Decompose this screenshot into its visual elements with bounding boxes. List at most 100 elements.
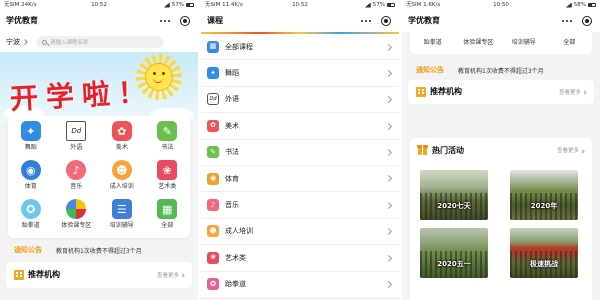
course-item-dance[interactable]: 舞蹈 xyxy=(201,60,399,87)
chevron-right-icon xyxy=(384,201,393,209)
notice-text: 教育机构1次收费不得超过3个月 xyxy=(458,67,544,75)
course-label: 成人培训 xyxy=(225,227,253,236)
brush-icon xyxy=(157,121,178,141)
more-options-icon[interactable] xyxy=(365,20,367,22)
activity-photo[interactable]: 极速挑战 xyxy=(510,228,578,278)
course-label: 音乐 xyxy=(225,201,239,210)
category-label: 舞蹈 xyxy=(24,144,37,151)
course-item-taekwondo[interactable]: 跆拳道 xyxy=(201,272,399,298)
course-item-arts[interactable]: 艺术类 xyxy=(201,245,399,272)
battery-icon xyxy=(387,3,395,7)
close-mini-program-icon[interactable] xyxy=(582,16,592,26)
category-arts[interactable]: 艺术类 xyxy=(145,160,191,199)
sports-icon xyxy=(20,160,41,180)
category-label: 体验课专区 xyxy=(61,222,92,229)
course-item-calligraphy[interactable]: 书法 xyxy=(201,140,399,166)
category-taekwondo[interactable]: 跆拳道 xyxy=(8,199,54,238)
category-label: 音乐 xyxy=(70,183,83,190)
category-calligraphy[interactable]: 书法 xyxy=(145,121,191,160)
search-input[interactable]: 请输入课程名称 xyxy=(36,36,164,48)
signal-icon xyxy=(364,2,371,8)
arts-icon xyxy=(157,160,178,180)
notice-bar[interactable]: 通知公告 教育机构1次收费不得超过3个月 xyxy=(0,242,198,258)
title-bar: 学优教育 xyxy=(402,10,600,32)
courses-screen: 无SIM 11.4K/s 10:52 57% 课程 全部课程 舞蹈 Dd 外语 xyxy=(201,0,399,300)
notice-label: 通知公告 xyxy=(14,246,42,254)
battery-percent: 57% xyxy=(171,2,184,8)
category-trial-class[interactable]: 体验课专区 xyxy=(54,199,100,238)
course-label: 书法 xyxy=(225,148,239,157)
view-more-link[interactable]: 查看更多 xyxy=(557,138,585,164)
building-icon xyxy=(14,270,24,280)
foreign-language-icon: Dd xyxy=(66,121,87,141)
chevron-right-icon xyxy=(384,228,393,236)
category-label: 体育 xyxy=(24,183,37,190)
category-taekwondo[interactable]: 跆拳道 xyxy=(424,39,442,47)
course-category-list: 全部课程 舞蹈 Dd 外语 美术 书法 体育 xyxy=(201,34,399,298)
course-label: 艺术类 xyxy=(225,253,246,262)
status-icons: 57% xyxy=(364,0,395,10)
course-item-adult-training[interactable]: 成人培训 xyxy=(201,219,399,246)
city-selector[interactable]: 宁波 xyxy=(6,32,28,52)
notice-bar[interactable]: 通知公告 教育机构1次收费不得超过3个月 xyxy=(402,62,600,78)
section-title: 热门活动 xyxy=(432,146,464,155)
dance-icon xyxy=(20,121,41,141)
brush-icon xyxy=(207,146,219,159)
course-item-all[interactable]: 全部课程 xyxy=(201,34,399,61)
course-item-music[interactable]: 音乐 xyxy=(201,192,399,219)
category-dance[interactable]: 舞蹈 xyxy=(8,121,54,160)
category-all[interactable]: 全部 xyxy=(145,199,191,238)
course-item-art[interactable]: 美术 xyxy=(201,113,399,140)
category-music[interactable]: 音乐 xyxy=(54,160,100,199)
view-more-link[interactable]: 查看更多 xyxy=(559,80,587,104)
banner-headline: 开学啦！ xyxy=(9,75,155,116)
category-sports[interactable]: 体育 xyxy=(8,160,54,199)
promo-banner[interactable]: 开学啦！ xyxy=(0,52,198,124)
category-grid: 舞蹈 Dd 外语 美术 书法 体育 音乐 成人培训 艺术类 xyxy=(8,116,190,238)
category-adult-training[interactable]: 成人培训 xyxy=(99,160,145,199)
hot-activities-section: 热门活动 查看更多 2020七天 2020年 2020五一 极速挑战 xyxy=(410,138,592,300)
course-label: 跆拳道 xyxy=(225,280,246,289)
category-all[interactable]: 全部 xyxy=(563,39,575,47)
course-label: 舞蹈 xyxy=(225,69,239,78)
signal-icon xyxy=(163,2,170,8)
close-mini-program-icon[interactable] xyxy=(180,16,190,26)
close-mini-program-icon[interactable] xyxy=(381,16,391,26)
signal-icon xyxy=(565,2,572,8)
category-art[interactable]: 美术 xyxy=(99,121,145,160)
category-tutoring[interactable]: 培训辅导 xyxy=(99,199,145,238)
taekwondo-icon xyxy=(20,199,41,219)
category-grid-partial: 跆拳道 体验课专区 培训辅导 全部 xyxy=(410,32,592,54)
foreign-language-icon: Dd xyxy=(207,93,219,106)
activity-photo[interactable]: 2020年 xyxy=(510,170,578,220)
photo-caption: 2020五一 xyxy=(437,260,471,268)
category-foreign-language[interactable]: Dd 外语 xyxy=(54,121,100,160)
chevron-right-icon xyxy=(384,96,393,104)
notice-label: 通知公告 xyxy=(416,66,444,74)
dance-icon xyxy=(207,67,219,80)
status-bar: 无SIM 1.6K/s 10:50 58% xyxy=(402,0,600,10)
search-placeholder: 请输入课程名称 xyxy=(50,40,89,46)
category-label: 美术 xyxy=(115,144,128,151)
activity-photo[interactable]: 2020七天 xyxy=(420,170,488,220)
course-label: 外语 xyxy=(225,95,239,104)
course-item-foreign-language[interactable]: Dd 外语 xyxy=(201,87,399,114)
more-options-icon[interactable] xyxy=(566,20,568,22)
category-label: 艺术类 xyxy=(158,183,177,190)
course-label: 全部课程 xyxy=(225,42,253,51)
page-title: 课程 xyxy=(207,16,223,25)
chevron-right-icon xyxy=(22,39,28,45)
course-item-sports[interactable]: 体育 xyxy=(201,166,399,193)
chevron-right-icon xyxy=(384,149,393,157)
category-trial-class[interactable]: 体验课专区 xyxy=(463,39,493,47)
course-label: 体育 xyxy=(225,174,239,183)
more-options-icon[interactable] xyxy=(164,20,166,22)
trial-class-icon xyxy=(66,199,87,219)
home-scrolled-screen: 无SIM 1.6K/s 10:50 58% 学优教育 跆拳道 体验课专区 培训辅… xyxy=(402,0,600,300)
gift-icon xyxy=(417,145,428,155)
view-more-link[interactable]: 查看更多 xyxy=(156,262,185,288)
category-tutoring[interactable]: 培训辅导 xyxy=(512,39,536,47)
chevron-right-icon xyxy=(384,122,393,130)
view-more-label: 查看更多 xyxy=(156,273,179,279)
activity-photo[interactable]: 2020五一 xyxy=(420,228,488,278)
